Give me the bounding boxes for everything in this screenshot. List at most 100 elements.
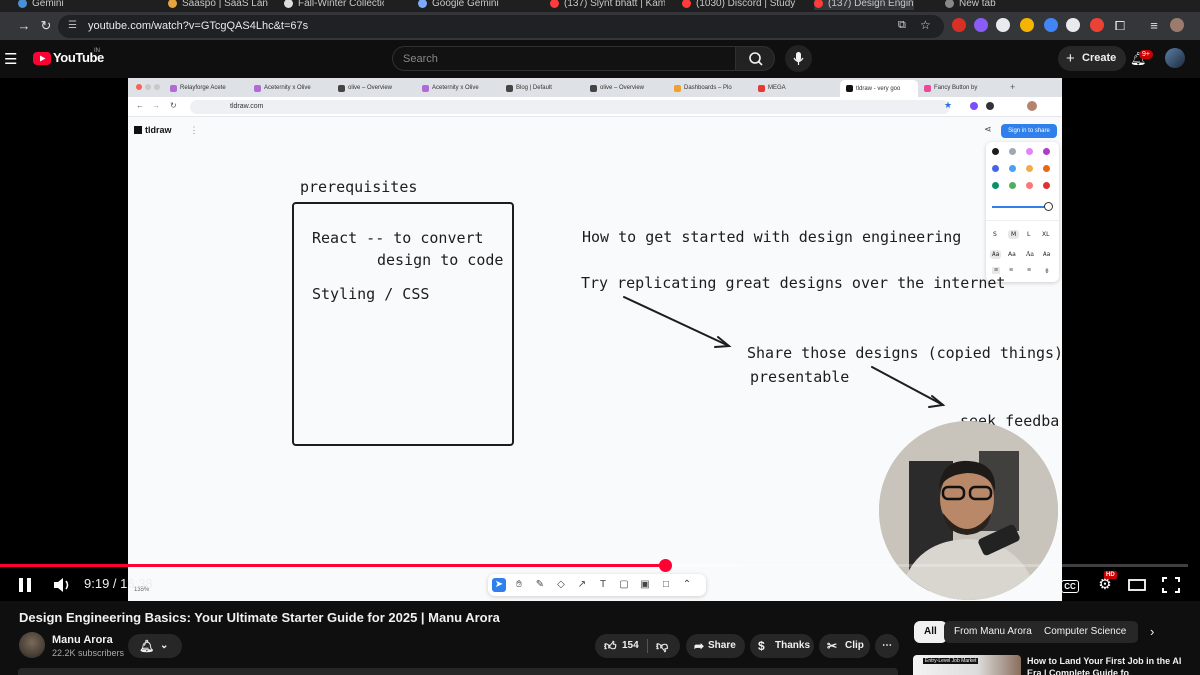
time-separator: / [109,576,121,591]
like-count[interactable]: 154 [622,634,639,658]
thanks-button[interactable]: $ Thanks [750,634,814,658]
clip-label: Clip [845,640,864,651]
tab-favicon [945,0,954,8]
tab-favicon [550,0,559,8]
reload-icon[interactable]: ↻ [38,18,54,34]
address-bar[interactable]: ☰ youtube.com/watch?v=GTcgQAS4Lhc&t=67s … [58,15,944,38]
image-tool-icon: ▣ [640,579,650,590]
extension-icon[interactable] [1090,18,1104,32]
account-avatar[interactable] [1165,48,1185,68]
text-tool-icon: T [599,579,607,590]
like-dislike-group: 👍︎ 154 👎︎ [595,634,680,658]
settings-button[interactable]: ⚙ HD [1094,571,1117,595]
more-actions-button[interactable]: ⋯ [875,634,899,658]
volume-button[interactable] [51,575,73,595]
duration: 16:38 [120,576,153,591]
tab-favicon [814,0,823,8]
filter-chip[interactable]: From Manu Arora [944,621,1042,643]
create-button[interactable]: + Create [1058,46,1126,71]
browser-tab-strip: Gemini Saaspo | SaaS Landing Fall-Winter… [0,0,1200,12]
browser-toolbar: → ↻ ☰ youtube.com/watch?v=GTcgQAS4Lhc&t=… [0,12,1200,40]
fullscreen-button[interactable] [1160,575,1182,595]
thanks-icon: $ [758,639,765,653]
theater-mode-icon [1128,579,1146,591]
bookmark-star-icon[interactable]: ☆ [920,18,931,32]
tab-label: Fall-Winter Collection 202 [298,0,384,9]
video-progress-bar[interactable] [0,564,1188,567]
subtitles-button[interactable]: CC [1058,575,1082,595]
hd-badge: HD [1104,571,1117,579]
tldraw-toolbar: ➤ ✋︎ ✎ ◇ ↗ T ▢ ▣ □ ⌃ [488,574,706,596]
extension-icon[interactable] [1044,18,1058,32]
bell-icon: 🔔︎ [139,639,155,653]
thanks-label: Thanks [775,640,811,651]
play-triangle-icon [40,55,46,62]
video-title: Design Engineering Basics: Your Ultimate… [19,610,500,625]
install-icon[interactable]: ⧉ [898,19,906,32]
search-button[interactable] [735,46,775,71]
extension-icon[interactable] [996,18,1010,32]
browser-tab[interactable]: Saaspo | SaaS Landing [168,0,268,10]
extension-icon[interactable] [952,18,966,32]
forward-icon[interactable]: → [16,18,32,34]
clip-button[interactable]: ✂ Clip [819,634,870,658]
extension-icon[interactable] [1066,18,1080,32]
current-time: 9:19 [84,576,110,591]
tab-search-icon[interactable]: ≡ [1146,18,1162,34]
theater-mode-button[interactable] [1126,575,1148,595]
tab-label: New tab [959,0,996,9]
share-arrow-icon: ➦ [694,639,705,653]
filter-chip[interactable]: Computer Science [1034,621,1137,643]
recommendation-title[interactable]: How to Land Your First Job in the AI Era… [1027,655,1187,675]
divider [647,639,648,653]
channel-name[interactable]: Manu Arora [52,634,113,646]
sketch-arrow [871,366,944,406]
browser-tab[interactable]: Google Gemini [418,0,518,10]
dislike-icon[interactable]: 👎︎ [656,634,668,658]
time-display: 9:19 / 16:38 [84,576,153,591]
filter-chip-selected[interactable]: All [914,621,947,643]
tab-favicon [284,0,293,8]
search-input[interactable]: Search [392,46,736,71]
thumbnail-text: Entry-Level Job Market [923,658,979,664]
search-placeholder: Search [403,53,438,65]
filter-chip-partial[interactable] [1128,621,1138,643]
subscription-bell-button[interactable]: 🔔︎ ⌄ [128,634,182,658]
tab-label: Google Gemini [432,0,499,9]
browser-tab[interactable]: New tab [945,0,1035,10]
note-tool-icon: ▢ [619,579,629,590]
voice-search-button[interactable] [785,45,812,72]
tab-label: Gemini [32,0,64,9]
arrow-tool-icon: ↗ [577,579,587,590]
hand-tool-icon: ✋︎ [516,579,522,590]
browser-tab[interactable]: Fall-Winter Collection 202 [284,0,384,10]
pause-button[interactable] [14,575,36,595]
pause-icon [19,578,31,592]
mic-icon [793,52,804,65]
select-tool-icon: ➤ [492,578,506,592]
plus-icon: + [1066,50,1075,67]
youtube-logo-icon[interactable] [33,52,51,65]
browser-tab[interactable]: (1030) Discord | Study W [682,0,797,10]
presenter-webcam [879,421,1058,600]
browser-tab[interactable]: (137) Slynt bhatt | Kameo [550,0,665,10]
search-icon [749,52,763,66]
profile-avatar[interactable] [1170,18,1184,32]
browser-tab-active[interactable]: (137) Design Engine [814,0,914,10]
share-button[interactable]: ➦ Share [686,634,745,658]
extension-icon[interactable] [1020,18,1034,32]
extension-icon[interactable] [974,18,988,32]
like-icon[interactable]: 👍︎ [604,634,617,658]
channel-avatar[interactable] [19,632,45,658]
description-box[interactable] [18,668,898,675]
chevron-right-icon[interactable]: › [1150,624,1154,639]
tab-label: (137) Design Engine [828,0,914,9]
subscriber-count: 22.2K subscribers [52,648,125,658]
browser-tab[interactable]: Gemini [18,0,108,10]
site-info-icon[interactable]: ☰ [68,20,77,31]
extensions-puzzle-icon[interactable]: ⧠ [1112,18,1128,34]
recommendation-thumbnail[interactable]: Entry-Level Job Market [913,655,1021,675]
fullscreen-icon [1162,577,1180,593]
menu-icon[interactable]: ☰ [4,50,17,68]
create-label: Create [1082,52,1117,64]
